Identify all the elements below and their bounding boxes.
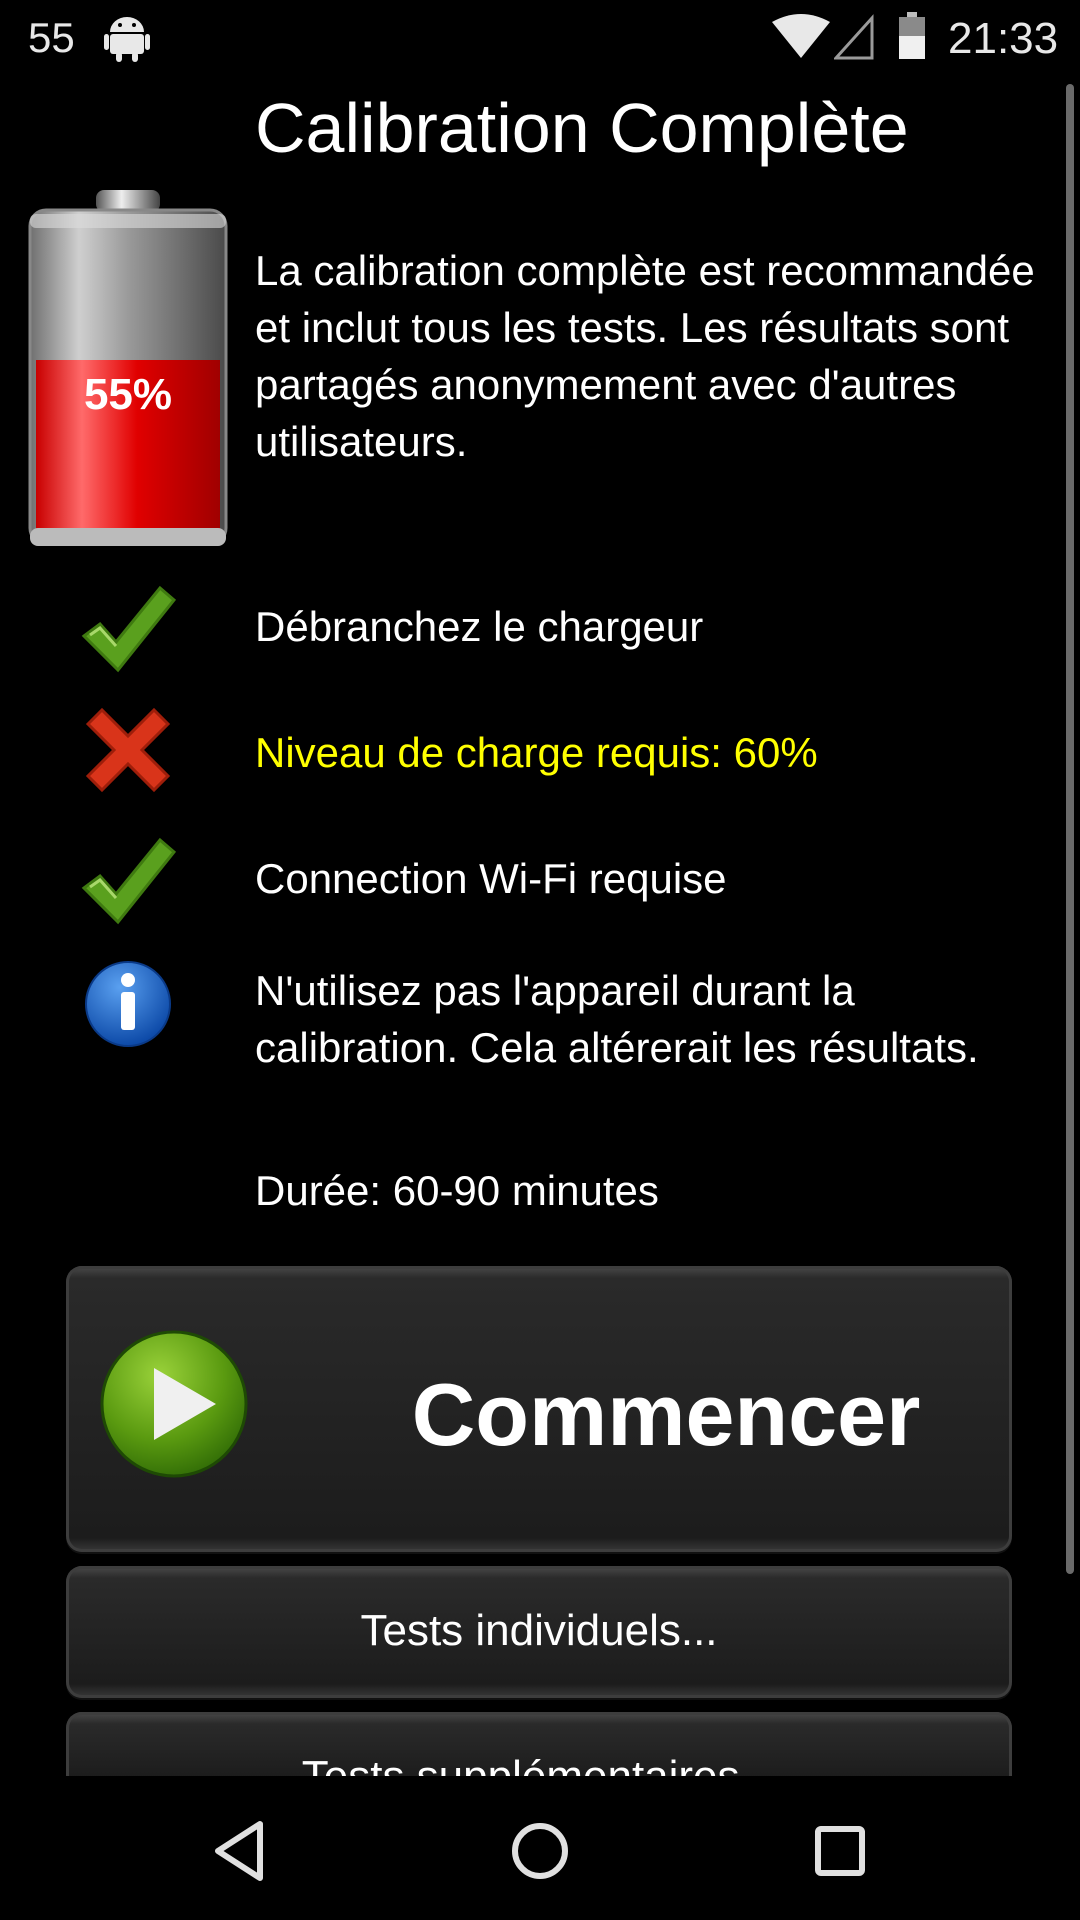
- individual-tests-label: Tests individuels...: [360, 1606, 718, 1655]
- play-icon: [100, 1330, 248, 1478]
- scrollbar[interactable]: [1066, 84, 1074, 1574]
- wifi-icon: [772, 14, 830, 58]
- notification-count: 55: [28, 14, 75, 61]
- status-bar: 55 21:33: [0, 0, 1080, 76]
- individual-tests-button[interactable]: Tests individuels...: [66, 1566, 1012, 1698]
- clock: 21:33: [948, 14, 1059, 63]
- checkmark-icon: [81, 585, 176, 673]
- navigation-bar: [0, 1776, 1080, 1920]
- start-button-label: Commencer: [411, 1365, 921, 1464]
- recents-icon[interactable]: [805, 1816, 875, 1886]
- battery-level-icon: [28, 190, 228, 546]
- battery-percent: 55%: [83, 370, 173, 419]
- signal-icon: [834, 14, 874, 60]
- requirement-unplug-charger: Débranchez le chargeur: [255, 603, 704, 650]
- requirement-do-not-use-device: N'utilisez pas l'appareil durant la cali…: [255, 967, 979, 1071]
- checkmark-icon: [81, 837, 176, 925]
- battery-status-icon: [899, 12, 925, 59]
- requirement-wifi: Connection Wi-Fi requise: [255, 855, 727, 902]
- duration-text: Durée: 60-90 minutes: [255, 1167, 659, 1214]
- back-icon[interactable]: [206, 1816, 276, 1886]
- cross-icon: [85, 707, 171, 793]
- android-icon: [104, 17, 150, 62]
- home-icon[interactable]: [505, 1816, 575, 1886]
- requirement-charge-level: Niveau de charge requis: 60%: [255, 729, 818, 776]
- page-title: Calibration Complète: [255, 89, 909, 167]
- description-text: La calibration complète est recommandée …: [255, 247, 1035, 465]
- info-icon: [85, 961, 171, 1047]
- start-button[interactable]: Commencer: [66, 1266, 1012, 1552]
